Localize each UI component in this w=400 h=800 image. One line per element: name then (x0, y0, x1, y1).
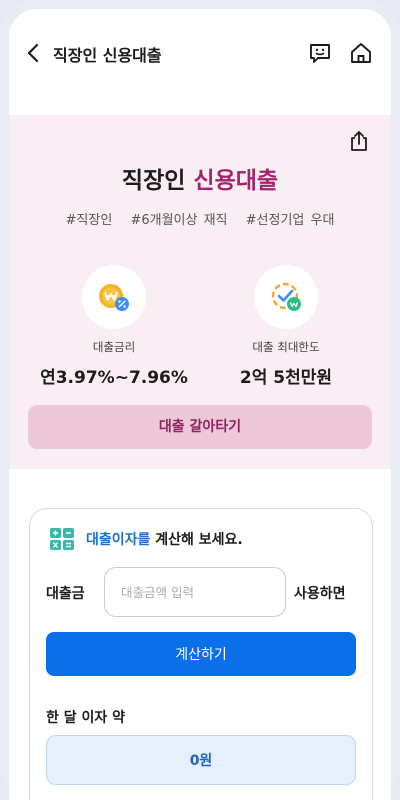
limit-check-icon (254, 265, 318, 329)
device-frame: 직장인 신용대출 직장인 신용대출 #직장인 #6개월이상 재직 #선정기업 우… (0, 0, 400, 800)
tag: #6개월이상 재직 (130, 213, 228, 228)
monthly-interest-label: 한 달 이자 약 (46, 710, 126, 726)
chat-icon (310, 44, 330, 63)
loan-amount-input[interactable] (104, 567, 286, 617)
share-button[interactable] (347, 129, 371, 153)
loan-switch-button[interactable]: 대출 갈아타기 (28, 405, 372, 449)
use-label: 사용하면 (294, 586, 346, 602)
stat-label: 대출 최대한도 (252, 340, 320, 354)
back-button[interactable] (23, 41, 45, 65)
calculator-heading-rest: 계산해 보세요. (155, 532, 243, 548)
product-title: 직장인 신용대출 (9, 161, 391, 195)
stat-max-limit: 대출 최대한도 2억 5천만원 (201, 265, 371, 388)
calculate-button[interactable]: 계산하기 (46, 632, 356, 676)
calculator-icon (50, 528, 74, 550)
won-coin-percent-icon (82, 265, 146, 329)
tag: #선정기업 우대 (245, 213, 335, 228)
app-screen: 직장인 신용대출 직장인 신용대출 #직장인 #6개월이상 재직 #선정기업 우… (9, 9, 391, 800)
top-app-bar: 직장인 신용대출 (9, 9, 391, 99)
calculator-heading-accent: 대출이자를 (86, 532, 151, 548)
chat-button[interactable] (307, 40, 333, 66)
loan-amount-label: 대출금 (46, 586, 85, 602)
stat-value: 연3.97%~7.96% (40, 368, 188, 388)
share-icon (351, 131, 367, 151)
page-title: 직장인 신용대출 (53, 46, 162, 65)
calculator-heading-text: 대출이자를 계산해 보세요. (86, 529, 243, 549)
tag: #직장인 (65, 213, 113, 228)
interest-calculator-card: 대출이자를 계산해 보세요. 대출금 사용하면 계산하기 한 달 이자 약 0원 (29, 508, 373, 800)
product-title-prefix: 직장인 (121, 168, 186, 194)
monthly-interest-result: 0원 (46, 735, 356, 785)
product-title-accent: 신용대출 (193, 168, 279, 194)
stat-value: 2억 5천만원 (239, 368, 333, 388)
product-tags: #직장인 #6개월이상 재직 #선정기업 우대 (9, 209, 391, 228)
stat-interest-rate: 대출금리 연3.97%~7.96% (29, 265, 199, 388)
stat-label: 대출금리 (92, 340, 136, 354)
home-button[interactable] (348, 40, 374, 66)
chevron-left-icon (27, 43, 39, 63)
calculator-heading: 대출이자를 계산해 보세요. (50, 527, 243, 551)
home-icon (351, 43, 371, 63)
product-hero: 직장인 신용대출 #직장인 #6개월이상 재직 #선정기업 우대 대출금리 연3… (9, 115, 391, 469)
